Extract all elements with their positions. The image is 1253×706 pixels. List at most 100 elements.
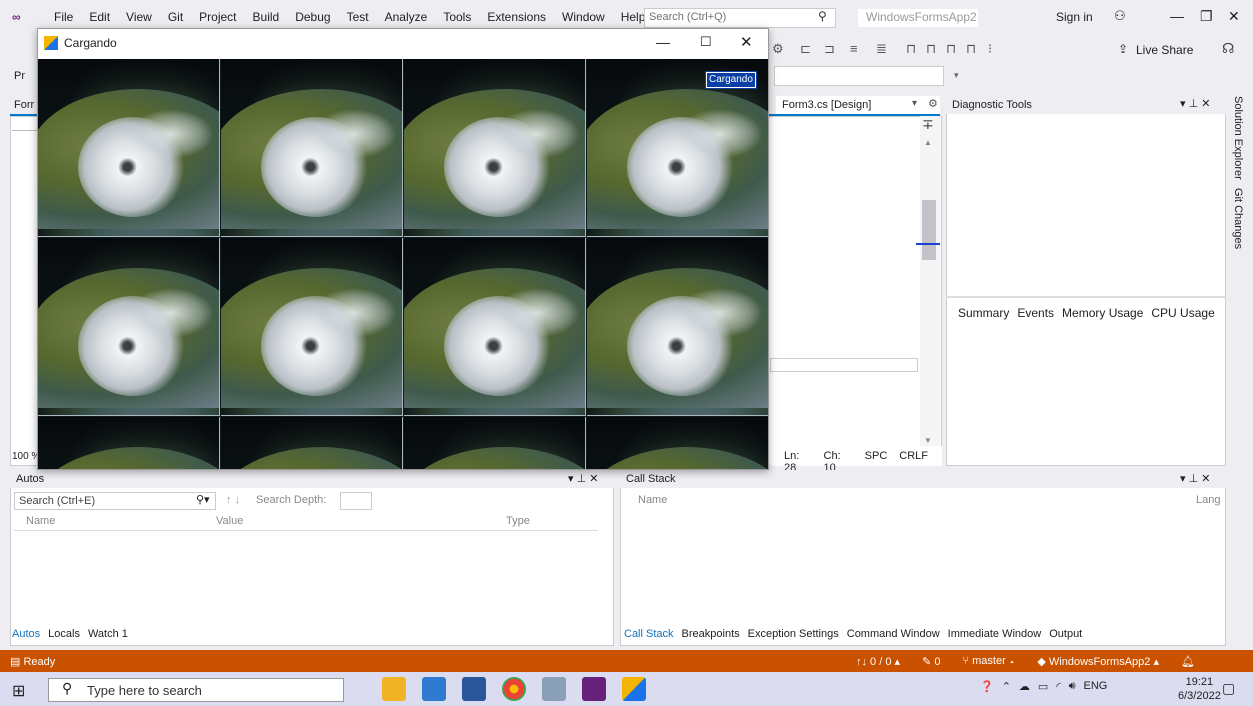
column-header-type[interactable]: Type	[506, 515, 530, 527]
tab-autos[interactable]: Autos	[12, 628, 40, 640]
tab-breakpoints[interactable]: Breakpoints	[682, 628, 740, 640]
search-icon[interactable]: ⚲	[818, 9, 827, 23]
toolbar-bookmark-prev-icon[interactable]: ⊓	[926, 41, 936, 57]
language-indicator[interactable]: ENG	[1084, 680, 1108, 693]
help-icon[interactable]: ❓	[980, 680, 994, 693]
pin-icon[interactable]: ⊥	[577, 473, 587, 485]
menu-tools[interactable]: Tools	[435, 10, 479, 24]
toolbar-bookmark-next-icon[interactable]: ⊓	[946, 41, 956, 57]
column-header-value[interactable]: Value	[216, 515, 243, 527]
tab-cpu-usage[interactable]: CPU Usage	[1151, 306, 1214, 320]
chevron-down-icon[interactable]: ▾	[1180, 473, 1186, 485]
account-icon[interactable]: ⚇	[1114, 8, 1126, 24]
pencil-icon[interactable]: ✎ 0	[922, 655, 940, 668]
chrome-icon[interactable]	[502, 677, 526, 701]
mail-icon[interactable]	[422, 677, 446, 701]
repository-selector[interactable]: ◆ WindowsFormsApp2 ▴	[1037, 655, 1159, 668]
restore-icon[interactable]: ❐	[1200, 8, 1213, 25]
menu-window[interactable]: Window	[554, 10, 613, 24]
output-window-icon[interactable]: ▤	[10, 656, 20, 668]
menu-git[interactable]: Git	[160, 10, 191, 24]
menu-analyze[interactable]: Analyze	[377, 10, 436, 24]
toolbar-tools-icon[interactable]: ⚙	[772, 41, 784, 57]
pin-icon[interactable]: ⊥	[1189, 98, 1199, 110]
autos-search-input[interactable]: Search (Ctrl+E)	[14, 492, 216, 510]
tab-solution-explorer[interactable]: Solution Explorer	[1232, 96, 1244, 180]
pin-icon[interactable]: ⊥	[1189, 473, 1199, 485]
close-icon[interactable]: ✕	[1201, 98, 1210, 110]
column-header-name[interactable]: Name	[638, 494, 667, 506]
app-icon[interactable]	[542, 677, 566, 701]
minimize-icon[interactable]: —	[656, 34, 670, 50]
notifications-icon[interactable]: 🔔︎	[1181, 655, 1195, 668]
onedrive-icon[interactable]: ☁	[1019, 680, 1030, 693]
search-icon[interactable]: ⚲▾	[196, 493, 210, 506]
winforms-app-icon[interactable]	[622, 677, 646, 701]
navigation-bar[interactable]	[12, 117, 40, 131]
toolbar-outdent-icon[interactable]: ≣	[876, 41, 887, 57]
menu-project[interactable]: Project	[191, 10, 244, 24]
tab-immediate-window[interactable]: Immediate Window	[948, 628, 1042, 640]
tab-git-changes[interactable]: Git Changes	[1232, 188, 1244, 249]
scroll-down-icon[interactable]: ▼	[924, 436, 932, 445]
menu-edit[interactable]: Edit	[81, 10, 118, 24]
branch-selector[interactable]: ⑂ master ▴	[962, 655, 1015, 668]
word-icon[interactable]	[462, 677, 486, 701]
panel-divider[interactable]	[946, 296, 1226, 298]
maximize-icon[interactable]: ☐	[700, 34, 712, 50]
toolbar-bookmark-icon[interactable]: ⊓	[906, 41, 916, 57]
tab-exception-settings[interactable]: Exception Settings	[748, 628, 839, 640]
tab-summary[interactable]: Summary	[958, 306, 1009, 320]
menu-test[interactable]: Test	[339, 10, 377, 24]
search-depth-select[interactable]	[340, 492, 372, 510]
close-icon[interactable]: ✕	[740, 33, 753, 51]
close-icon[interactable]: ✕	[1201, 473, 1210, 485]
clock[interactable]: 19:21 6/3/2022	[1178, 675, 1221, 703]
column-header-language[interactable]: Lang	[1196, 494, 1220, 506]
chevron-down-icon[interactable]: ▾	[912, 98, 917, 109]
column-header-name[interactable]: Name	[26, 515, 55, 527]
tab-watch-1[interactable]: Watch 1	[88, 628, 128, 640]
toolbar-format-icon[interactable]: ⊐	[824, 41, 835, 57]
menu-view[interactable]: View	[118, 10, 160, 24]
gear-icon[interactable]: ⚙	[928, 97, 938, 110]
tab-locals[interactable]: Locals	[48, 628, 80, 640]
toolbar-overflow-icon[interactable]: ▾	[954, 70, 959, 81]
horizontal-scrollbar[interactable]	[770, 358, 918, 372]
file-explorer-icon[interactable]	[382, 677, 406, 701]
toolbar-bookmark-clear-icon[interactable]: ⊓	[966, 41, 976, 57]
wifi-icon[interactable]: ◜	[1056, 680, 1060, 693]
line-ending[interactable]: CRLF	[899, 450, 928, 462]
menu-build[interactable]: Build	[245, 10, 288, 24]
windows-start-icon[interactable]: ⊞	[12, 681, 25, 701]
menu-file[interactable]: File	[46, 10, 81, 24]
properties-dropdown[interactable]	[774, 66, 944, 86]
editor-tab-form[interactable]: Forr	[14, 99, 34, 111]
toolbar-indent-icon[interactable]: ≡	[850, 41, 858, 56]
menu-debug[interactable]: Debug	[287, 10, 338, 24]
battery-icon[interactable]: ▭	[1038, 680, 1048, 693]
cargando-label[interactable]: Cargando	[705, 71, 757, 89]
menu-extensions[interactable]: Extensions	[479, 10, 554, 24]
scroll-up-icon[interactable]: ▲	[924, 138, 932, 147]
taskbar-search-input[interactable]: Type here to search	[48, 678, 344, 702]
whitespace-mode[interactable]: SPC	[865, 450, 888, 462]
chevron-down-icon[interactable]: ▾	[1180, 98, 1186, 110]
close-icon[interactable]: ✕	[589, 473, 598, 485]
tab-memory-usage[interactable]: Memory Usage	[1062, 306, 1143, 320]
arrow-down-icon[interactable]: ↓	[235, 494, 241, 506]
tab-call-stack[interactable]: Call Stack	[624, 628, 674, 640]
tab-events[interactable]: Events	[1017, 306, 1054, 320]
split-window-icon[interactable]: ∓	[922, 116, 934, 133]
tab-command-window[interactable]: Command Window	[847, 628, 940, 640]
live-share-icon[interactable]: ⇪	[1118, 42, 1128, 56]
toolbar-align-icon[interactable]: ⊏	[800, 41, 811, 57]
global-search-input[interactable]: Search (Ctrl+Q)	[644, 8, 836, 28]
visual-studio-icon[interactable]	[582, 677, 606, 701]
chevron-up-icon[interactable]: ⌃	[1002, 680, 1011, 693]
vertical-scrollbar[interactable]	[920, 116, 940, 446]
pending-changes[interactable]: ↑↓ 0 / 0 ▴	[856, 655, 900, 668]
action-center-icon[interactable]: ▢	[1222, 680, 1235, 697]
minimize-icon[interactable]: —	[1170, 8, 1184, 24]
volume-icon[interactable]: 🔊︎	[1069, 680, 1076, 693]
